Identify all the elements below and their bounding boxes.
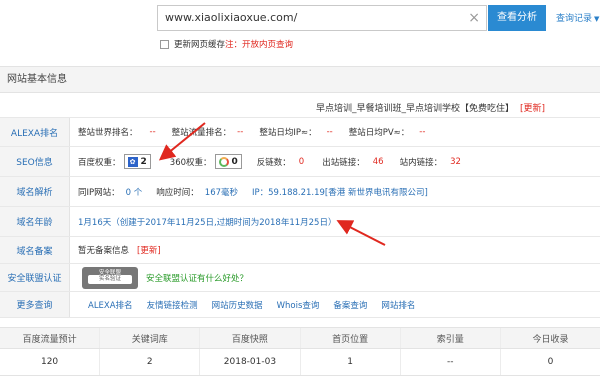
header-cell: 百度流量预计	[0, 328, 101, 348]
s360-logo-icon	[218, 156, 229, 167]
baidu-snapshot-cell[interactable]: 2018-01-03	[200, 349, 301, 375]
baidu-weight-value: 2	[140, 156, 147, 167]
more-queries-label[interactable]: 更多查询	[0, 292, 70, 317]
header-cell: 首页位置	[301, 328, 401, 348]
daily-pv-value: --	[419, 127, 426, 137]
outlinks-label: 出站链接：	[322, 157, 365, 168]
domain-age-value: 1月16天（创建于2017年11月25日,过期时间为2018年11月25日）	[78, 217, 337, 228]
update-cache-label: 更新网页缓存	[174, 40, 226, 50]
domain-age-row: 域名年龄 1月16天（创建于2017年11月25日,过期时间为2018年11月2…	[0, 207, 600, 237]
stats-table-header: 百度流量预计 关键词库 百度快照 首页位置 索引量 今日收录	[0, 327, 600, 349]
clear-icon[interactable]: ×	[468, 9, 480, 27]
today-indexed-cell[interactable]: 0	[501, 349, 600, 375]
same-ip-value[interactable]: 0 个	[126, 186, 143, 198]
site-rank-link[interactable]: 网站排名	[381, 299, 415, 311]
inlinks-label: 站内链接：	[399, 157, 443, 168]
backlinks-value[interactable]: 0	[299, 157, 304, 167]
beian-row: 域名备案 暂无备案信息 [更新]	[0, 237, 600, 264]
update-cache-checkbox[interactable]	[160, 39, 169, 49]
site-history-link[interactable]: 网站历史数据	[212, 299, 263, 311]
daily-ip-label: 整站日均IP≈：	[259, 128, 317, 138]
cache-note: 注：开放内页查询	[225, 40, 294, 50]
alexa-content: 整站世界排名： -- 整站流量排名： -- 整站日均IP≈： -- 整站日均PV…	[78, 118, 425, 146]
section-title: 网站基本信息	[0, 66, 600, 93]
s360-weight-badge[interactable]: 0	[214, 154, 242, 169]
whois-link[interactable]: Whois查询	[277, 299, 320, 311]
query-history-dropdown[interactable]: 查询记录 ▼	[556, 11, 599, 24]
dns-content: 同IP网站： 0 个 响应时间： 167毫秒 IP：59.188.21.19[香…	[78, 177, 428, 206]
keyword-count-cell[interactable]: 2	[100, 349, 201, 375]
query-history-label: 查询记录	[556, 14, 593, 24]
beian-value: 暂无备案信息	[78, 246, 130, 256]
domain-age-content: 1月16天（创建于2017年11月25日,过期时间为2018年11月25日）	[78, 207, 336, 236]
security-badge[interactable]: 安全联盟 实名验证	[82, 266, 138, 289]
security-row: 安全联盟认证 安全联盟 实名验证 安全联盟认证有什么好处？	[0, 264, 600, 292]
seo-row: SEO信息 百度权重： ✿ 2 360权重： 0 反链数： 0 出站链接： 46…	[0, 147, 600, 177]
dns-row: 域名解析 同IP网站： 0 个 响应时间： 167毫秒 IP：59.188.21…	[0, 177, 600, 207]
more-queries-row: 更多查询 ALEXA排名 友情链接检测 网站历史数据 Whois查询 备案查询 …	[0, 292, 600, 318]
dns-label[interactable]: 域名解析	[0, 177, 70, 206]
daily-ip-value: --	[326, 127, 333, 137]
s360-weight-label: 360权重：	[169, 157, 212, 168]
seo-label[interactable]: SEO信息	[0, 147, 70, 176]
beian-label[interactable]: 域名备案	[0, 237, 70, 263]
stats-table: 百度流量预计 关键词库 百度快照 首页位置 索引量 今日收录 120 2 201…	[0, 327, 600, 376]
security-badge-main: 实名验证	[88, 274, 132, 284]
alexa-label[interactable]: ALEXA排名	[0, 118, 70, 146]
analyze-button[interactable]: 查看分析	[488, 5, 546, 31]
response-time-value: 167毫秒	[204, 187, 239, 198]
inlinks-value[interactable]: 32	[450, 157, 461, 167]
security-label[interactable]: 安全联盟认证	[0, 264, 70, 291]
home-position-cell[interactable]: 1	[301, 349, 401, 375]
stats-table-row: 120 2 2018-01-03 1 -- 0	[0, 349, 600, 376]
backlinks-label: 反链数：	[256, 157, 291, 168]
site-update-link[interactable]: [更新]	[520, 101, 545, 114]
alexa-rank-link[interactable]: ALEXA排名	[88, 299, 133, 311]
beian-content: 暂无备案信息 [更新]	[78, 237, 161, 263]
header-cell: 百度快照	[200, 328, 301, 348]
chevron-down-icon: ▼	[594, 15, 600, 23]
baidu-paw-icon: ✿	[127, 156, 138, 167]
cache-option: 更新网页缓存 注：开放内页查询	[160, 38, 293, 50]
response-time-label: 响应时间：	[156, 187, 199, 198]
seo-content: 百度权重： ✿ 2 360权重： 0 反链数： 0 出站链接： 46 站内链接：…	[78, 147, 461, 176]
security-content: 安全联盟 实名验证 安全联盟认证有什么好处？	[82, 264, 248, 291]
same-ip-label: 同IP网站：	[78, 187, 120, 198]
more-queries-links: ALEXA排名 友情链接检测 网站历史数据 Whois查询 备案查询 网站排名	[88, 292, 429, 317]
traffic-rank-label: 整站流量排名：	[171, 128, 232, 138]
alexa-row: ALEXA排名 整站世界排名： -- 整站流量排名： -- 整站日均IP≈： -…	[0, 117, 600, 147]
index-count-cell[interactable]: --	[401, 349, 501, 375]
friend-link-check-link[interactable]: 友情链接检测	[147, 299, 198, 311]
url-search-input[interactable]	[165, 6, 455, 30]
world-rank-label: 整站世界排名：	[78, 128, 138, 138]
search-box: ×	[157, 5, 487, 31]
security-benefit-link[interactable]: 安全联盟认证有什么好处？	[146, 272, 248, 284]
outlinks-value[interactable]: 46	[373, 157, 384, 167]
baidu-traffic-cell[interactable]: 120	[0, 349, 101, 375]
baidu-weight-label: 百度权重：	[78, 157, 121, 168]
header-cell: 索引量	[401, 328, 501, 348]
daily-pv-label: 整站日均PV≈：	[348, 128, 410, 138]
traffic-rank-value: --	[237, 127, 244, 137]
s360-weight-value: 0	[231, 156, 238, 167]
ip-address[interactable]: IP：59.188.21.19[香港 新世界电讯有限公司]	[252, 186, 428, 198]
domain-age-label[interactable]: 域名年龄	[0, 207, 70, 236]
beian-query-link[interactable]: 备案查询	[333, 299, 367, 311]
baidu-weight-badge[interactable]: ✿ 2	[123, 154, 151, 169]
header-cell: 今日收录	[532, 334, 569, 345]
world-rank-value: --	[149, 127, 156, 137]
site-title: 早点培训_早餐培训班_早点培训学校【免费吃住】	[315, 104, 514, 114]
beian-update-link[interactable]: [更新]	[137, 244, 161, 256]
header-cell: 关键词库	[100, 328, 201, 348]
